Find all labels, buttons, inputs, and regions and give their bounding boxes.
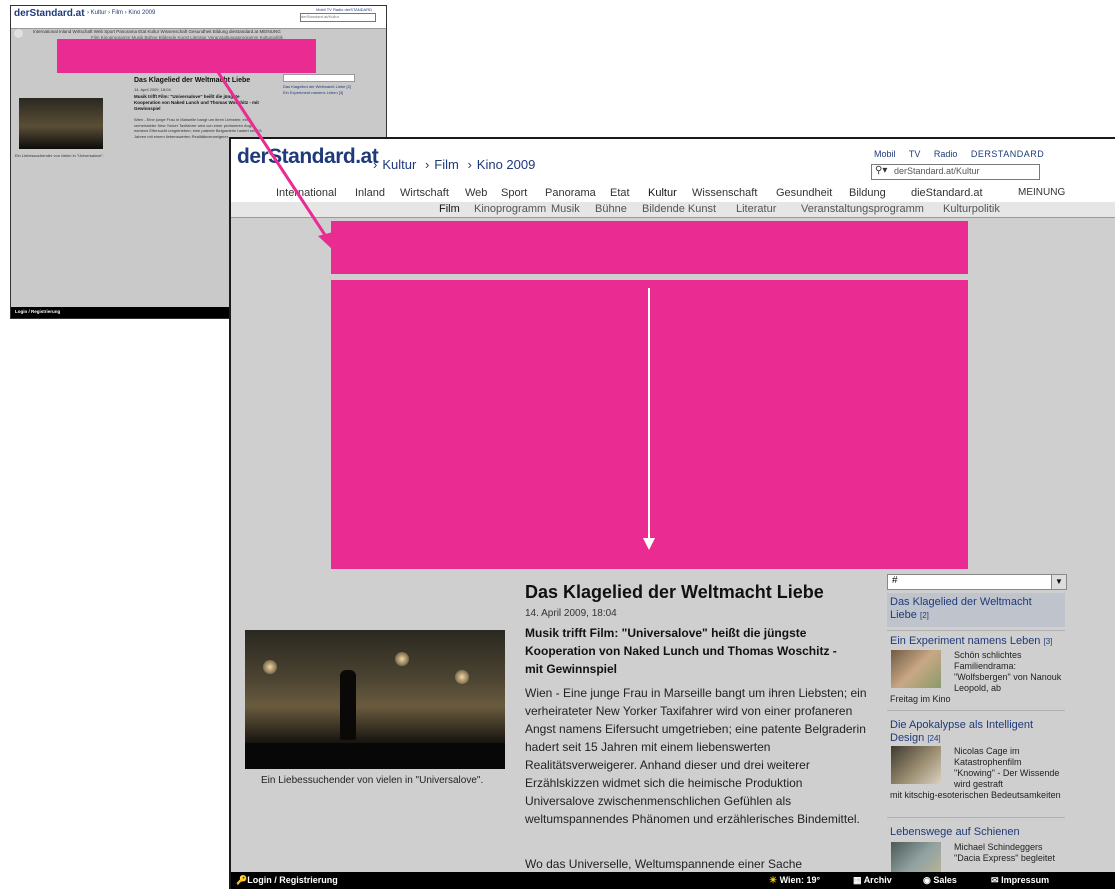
zoom-arrow	[212, 65, 333, 250]
arrow-head-icon	[318, 232, 333, 250]
arrow-line	[212, 65, 329, 239]
